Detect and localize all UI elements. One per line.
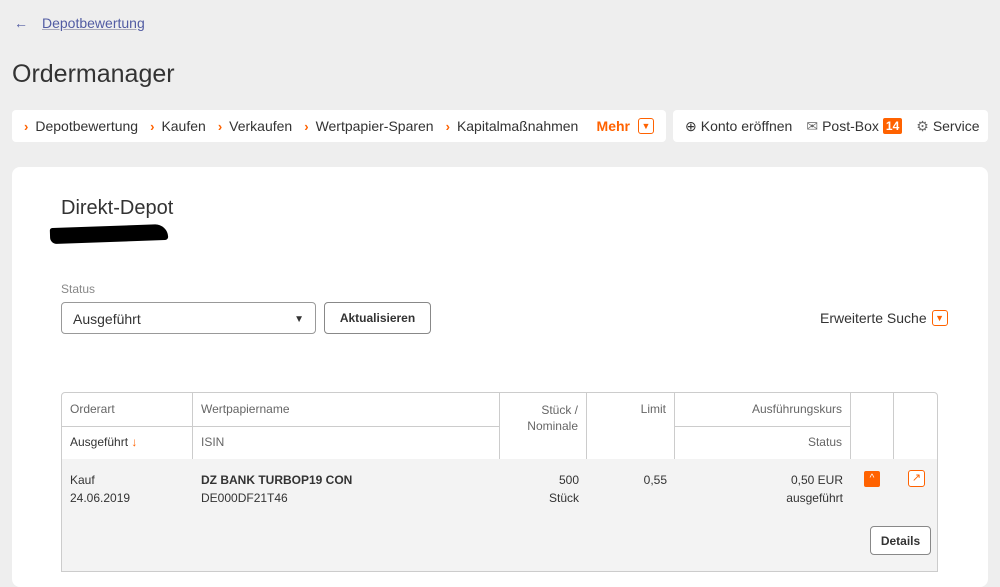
page-title: Ordermanager bbox=[12, 60, 175, 88]
table-row: Kauf 24.06.2019 DZ BANK TURBOP19 CON DE000… bbox=[62, 459, 937, 571]
more-menu-button[interactable]: Mehr ▼ bbox=[597, 118, 654, 134]
gear-icon: ⚙ bbox=[916, 117, 929, 134]
chart-icon[interactable]: ↗ bbox=[908, 470, 925, 487]
nav-item-wertpapier-sparen[interactable]: › Wertpapier-Sparen bbox=[304, 118, 433, 134]
chevron-right-icon: › bbox=[445, 118, 450, 134]
chevron-right-icon: › bbox=[304, 118, 309, 134]
status-label: Status bbox=[61, 282, 96, 296]
mail-icon: ✉ bbox=[806, 117, 819, 134]
quantity: 500 Stück bbox=[548, 473, 579, 505]
tools-bar: ⊕ Konto eröffnen ✉ Post-Box 14 ⚙ Service bbox=[673, 110, 988, 142]
main-nav: › Depotbewertung › Kaufen › Verkaufen › Wert… bbox=[12, 110, 666, 142]
postbox-link[interactable]: ✉ Post-Box 14 bbox=[806, 117, 903, 135]
header-orderart: Orderart bbox=[70, 402, 115, 416]
arrow-left-icon: ← bbox=[14, 15, 28, 31]
chevron-down-icon: ▼ bbox=[638, 118, 654, 134]
service-link[interactable]: ⚙ Service bbox=[916, 118, 979, 135]
header-isin: ISIN bbox=[201, 435, 225, 449]
nav-item-depotbewertung[interactable]: › Depotbewertung bbox=[24, 118, 138, 134]
orders-table: Orderart Ausgeführt ↓ Wertpapiername ISI… bbox=[61, 392, 938, 572]
refresh-button[interactable]: Aktualisieren bbox=[324, 302, 431, 334]
header-limit: Limit bbox=[640, 402, 666, 416]
caret-down-icon: ▼ bbox=[294, 314, 304, 325]
chevron-right-icon: › bbox=[24, 118, 29, 134]
chevron-right-icon: › bbox=[150, 118, 155, 134]
advanced-search-toggle[interactable]: Erweiterte Suche ▼ bbox=[820, 310, 948, 326]
arrow-down-icon: ↓ bbox=[131, 435, 138, 449]
postbox-count-badge: 14 bbox=[882, 118, 903, 134]
chevron-right-icon: › bbox=[217, 118, 223, 134]
details-button[interactable]: Details bbox=[870, 526, 931, 555]
header-status: Status bbox=[807, 435, 842, 449]
nav-item-verkaufen[interactable]: › Verkaufen bbox=[218, 118, 292, 134]
order-type: Kauf 24.06.2019 bbox=[70, 473, 131, 505]
header-stueck: Stück / Nominale bbox=[527, 403, 578, 433]
back-link[interactable]: ← Depotbewertung bbox=[14, 15, 145, 31]
collapse-chevron-up-icon[interactable]: ^ bbox=[864, 471, 880, 487]
header-wertpapiername: Wertpapiername bbox=[201, 402, 290, 416]
nav-item-kaufen[interactable]: › Kaufen bbox=[150, 118, 206, 134]
open-account-link[interactable]: ⊕ Konto eröffnen bbox=[685, 118, 792, 135]
depot-title: Direkt-Depot bbox=[61, 197, 174, 219]
plus-circle-icon: ⊕ bbox=[685, 117, 697, 134]
limit: 0,55 bbox=[643, 473, 667, 487]
header-ausgefuehrt-sort[interactable]: Ausgeführt ↓ bbox=[62, 426, 145, 458]
header-kurs: Ausführungskurs bbox=[751, 402, 842, 416]
execution-price: 0,50 EUR ausgeführt bbox=[786, 473, 843, 505]
status-select[interactable]: Ausgeführt ▼ bbox=[61, 302, 316, 334]
nav-item-kapitalmassnahmen[interactable]: › Kapitalmaßnahmen bbox=[446, 118, 579, 134]
chevron-down-icon: ▼ bbox=[931, 310, 948, 326]
security: DZ BANK TURBOP19 CON DE000DF21T46 bbox=[201, 473, 353, 505]
